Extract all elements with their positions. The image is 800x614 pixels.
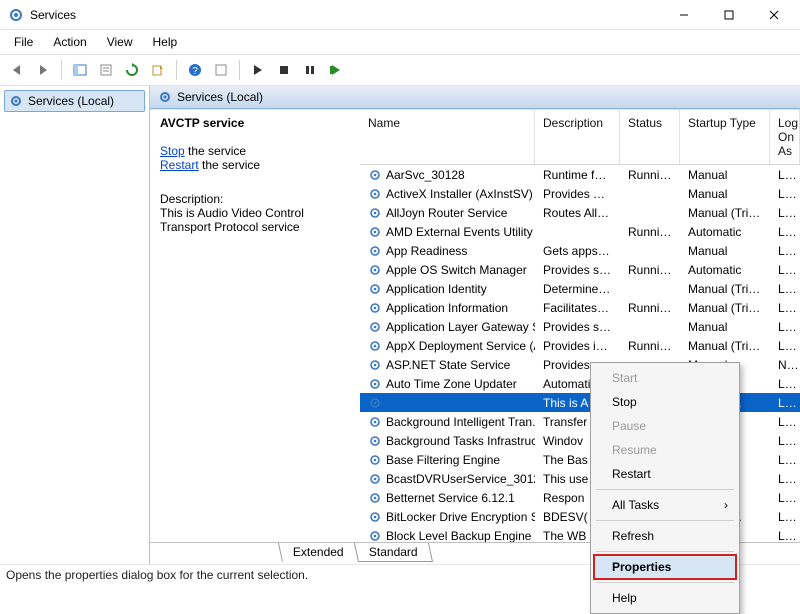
selected-service-name: AVCTP service	[160, 116, 350, 130]
services-app-icon	[8, 7, 24, 23]
stop-link[interactable]: Stop	[160, 144, 185, 158]
tree-root-services-local[interactable]: Services (Local)	[4, 90, 145, 112]
properties-toolbar-button[interactable]	[95, 59, 117, 81]
gear-icon	[368, 510, 382, 524]
gear-icon	[158, 90, 172, 104]
ctx-restart[interactable]: Restart	[594, 462, 736, 486]
gear-icon	[368, 415, 382, 429]
gear-icon	[368, 453, 382, 467]
toolbar: ?	[0, 54, 800, 86]
svg-text:?: ?	[192, 66, 198, 77]
gear-icon	[368, 282, 382, 296]
service-row[interactable]: Application IdentityDetermines ...Manual…	[360, 279, 800, 298]
minimize-button[interactable]	[661, 1, 706, 29]
close-button[interactable]	[751, 1, 796, 29]
ctx-refresh[interactable]: Refresh	[594, 524, 736, 548]
ctx-help[interactable]: Help	[594, 586, 736, 610]
service-row[interactable]: Application InformationFacilitates th...…	[360, 298, 800, 317]
menu-action[interactable]: Action	[45, 32, 94, 52]
column-header-name[interactable]: Name	[360, 110, 535, 164]
menu-file[interactable]: File	[6, 32, 41, 52]
export-button[interactable]	[147, 59, 169, 81]
gear-icon	[368, 301, 382, 315]
gear-icon	[368, 187, 382, 201]
restart-link[interactable]: Restart	[160, 158, 199, 172]
service-row[interactable]: ActiveX Installer (AxInstSV)Provides Use…	[360, 184, 800, 203]
gear-icon	[368, 225, 382, 239]
gear-icon	[368, 472, 382, 486]
tab-extended[interactable]: Extended	[278, 543, 359, 562]
pane-header-label: Services (Local)	[177, 90, 263, 104]
gear-icon	[368, 529, 382, 543]
ctx-all-tasks[interactable]: All Tasks	[594, 493, 736, 517]
start-service-button[interactable]	[247, 59, 269, 81]
help-button[interactable]: ?	[184, 59, 206, 81]
ctx-stop[interactable]: Stop	[594, 390, 736, 414]
gear-icon	[368, 263, 382, 277]
column-header-desc[interactable]: Description	[535, 110, 620, 164]
back-button[interactable]	[6, 59, 28, 81]
context-menu: Start Stop Pause Resume Restart All Task…	[590, 362, 740, 614]
refresh-button[interactable]	[121, 59, 143, 81]
title-bar: Services	[0, 0, 800, 30]
gear-icon	[368, 244, 382, 258]
pause-service-button[interactable]	[299, 59, 321, 81]
gear-icon	[368, 339, 382, 353]
restart-service-button[interactable]	[325, 59, 347, 81]
service-row[interactable]: Apple OS Switch ManagerProvides sup...Ru…	[360, 260, 800, 279]
gear-icon	[368, 491, 382, 505]
ctx-pause: Pause	[594, 414, 736, 438]
window-title: Services	[30, 8, 661, 22]
gear-icon	[368, 320, 382, 334]
service-row[interactable]: App ReadinessGets apps re...ManualLoc	[360, 241, 800, 260]
tab-standard[interactable]: Standard	[354, 543, 433, 562]
menu-bar: File Action View Help	[0, 30, 800, 54]
details-panel: AVCTP service Stop the service Restart t…	[150, 110, 360, 542]
service-row[interactable]: Application Layer Gateway S...Provides s…	[360, 317, 800, 336]
gear-icon	[368, 434, 382, 448]
maximize-button[interactable]	[706, 1, 751, 29]
ctx-resume: Resume	[594, 438, 736, 462]
gear-icon	[368, 396, 382, 410]
menu-view[interactable]: View	[99, 32, 141, 52]
tree-pane: Services (Local)	[0, 86, 150, 564]
column-header-logon[interactable]: Log On As	[770, 110, 800, 164]
ctx-start: Start	[594, 366, 736, 390]
gear-icon	[9, 94, 23, 108]
gear-icon	[368, 358, 382, 372]
tree-root-label: Services (Local)	[28, 94, 114, 108]
description-text: This is Audio Video Control Transport Pr…	[160, 206, 350, 234]
menu-help[interactable]: Help	[145, 32, 186, 52]
service-row[interactable]: AppX Deployment Service (A...Provides in…	[360, 336, 800, 355]
pane-header: Services (Local)	[150, 86, 800, 109]
column-header-status[interactable]: Status	[620, 110, 680, 164]
service-row[interactable]: AarSvc_30128Runtime for ...RunningManual…	[360, 165, 800, 184]
service-row[interactable]: AllJoyn Router ServiceRoutes AllJo...Man…	[360, 203, 800, 222]
ctx-properties[interactable]: Properties	[594, 555, 736, 579]
gear-icon	[368, 168, 382, 182]
stop-service-button[interactable]	[273, 59, 295, 81]
show-hide-tree-button[interactable]	[69, 59, 91, 81]
service-row[interactable]: AMD External Events UtilityRunningAutoma…	[360, 222, 800, 241]
gear-icon	[368, 377, 382, 391]
help2-button[interactable]	[210, 59, 232, 81]
gear-icon	[368, 206, 382, 220]
description-label: Description:	[160, 192, 350, 206]
forward-button[interactable]	[32, 59, 54, 81]
column-header-start[interactable]: Startup Type	[680, 110, 770, 164]
